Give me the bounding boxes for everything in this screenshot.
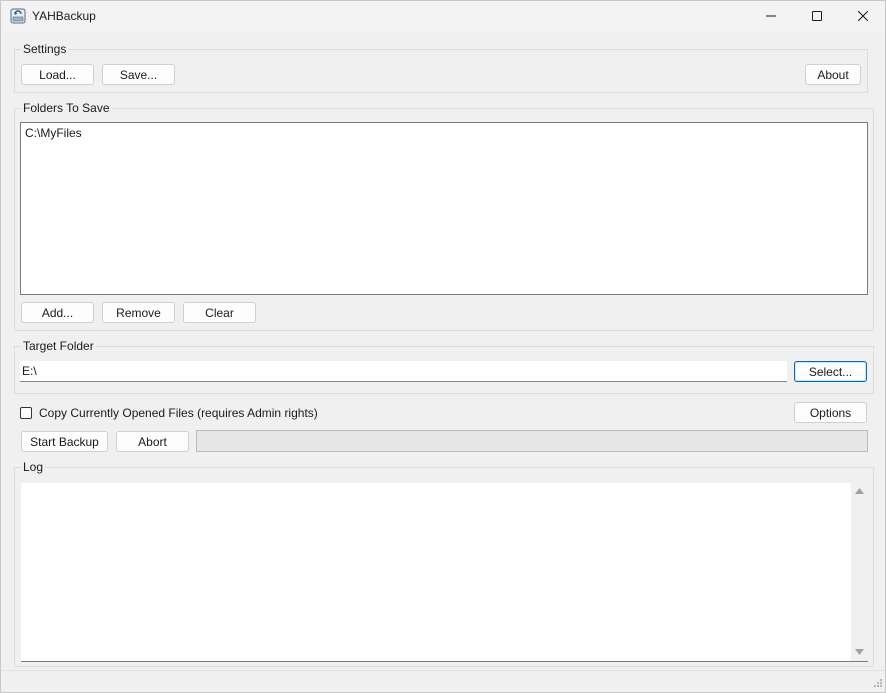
select-target-button[interactable]: Select... [794,361,867,382]
minimize-button[interactable] [748,1,794,31]
copy-open-files-checkbox[interactable] [20,407,32,419]
abort-button[interactable]: Abort [116,431,189,452]
maximize-icon [812,11,822,21]
load-button[interactable]: Load... [21,64,94,85]
minimize-icon [766,15,776,17]
about-button[interactable]: About [805,64,861,85]
add-folder-button[interactable]: Add... [21,302,94,323]
folders-listbox[interactable]: C:\MyFiles [20,122,868,295]
settings-group-label: Settings [21,42,69,56]
backup-progress-bar [196,430,868,452]
status-strip [1,670,885,692]
log-group-label: Log [21,460,46,474]
folders-group-label: Folders To Save [21,101,112,115]
close-icon [858,11,868,21]
log-textarea[interactable] [21,483,868,662]
title-bar[interactable]: YAHBackup [1,1,885,31]
remove-folder-button[interactable]: Remove [102,302,175,323]
app-window: YAHBackup Settings Load... Save... About… [0,0,886,693]
copy-open-files-label[interactable]: Copy Currently Opened Files (requires Ad… [39,406,318,420]
resize-grip-icon[interactable] [871,678,883,690]
start-backup-button[interactable]: Start Backup [21,431,108,452]
scroll-down-icon[interactable] [855,649,864,655]
close-button[interactable] [840,1,886,31]
target-folder-input[interactable] [20,361,787,382]
maximize-button[interactable] [794,1,840,31]
save-button[interactable]: Save... [102,64,175,85]
backup-app-icon [10,8,26,24]
window-title: YAHBackup [32,9,96,23]
clear-folders-button[interactable]: Clear [183,302,256,323]
list-item[interactable]: C:\MyFiles [25,126,82,140]
log-scrollbar[interactable] [851,483,868,661]
target-group-label: Target Folder [21,339,96,353]
scroll-up-icon[interactable] [855,488,864,494]
options-button[interactable]: Options [794,402,867,423]
